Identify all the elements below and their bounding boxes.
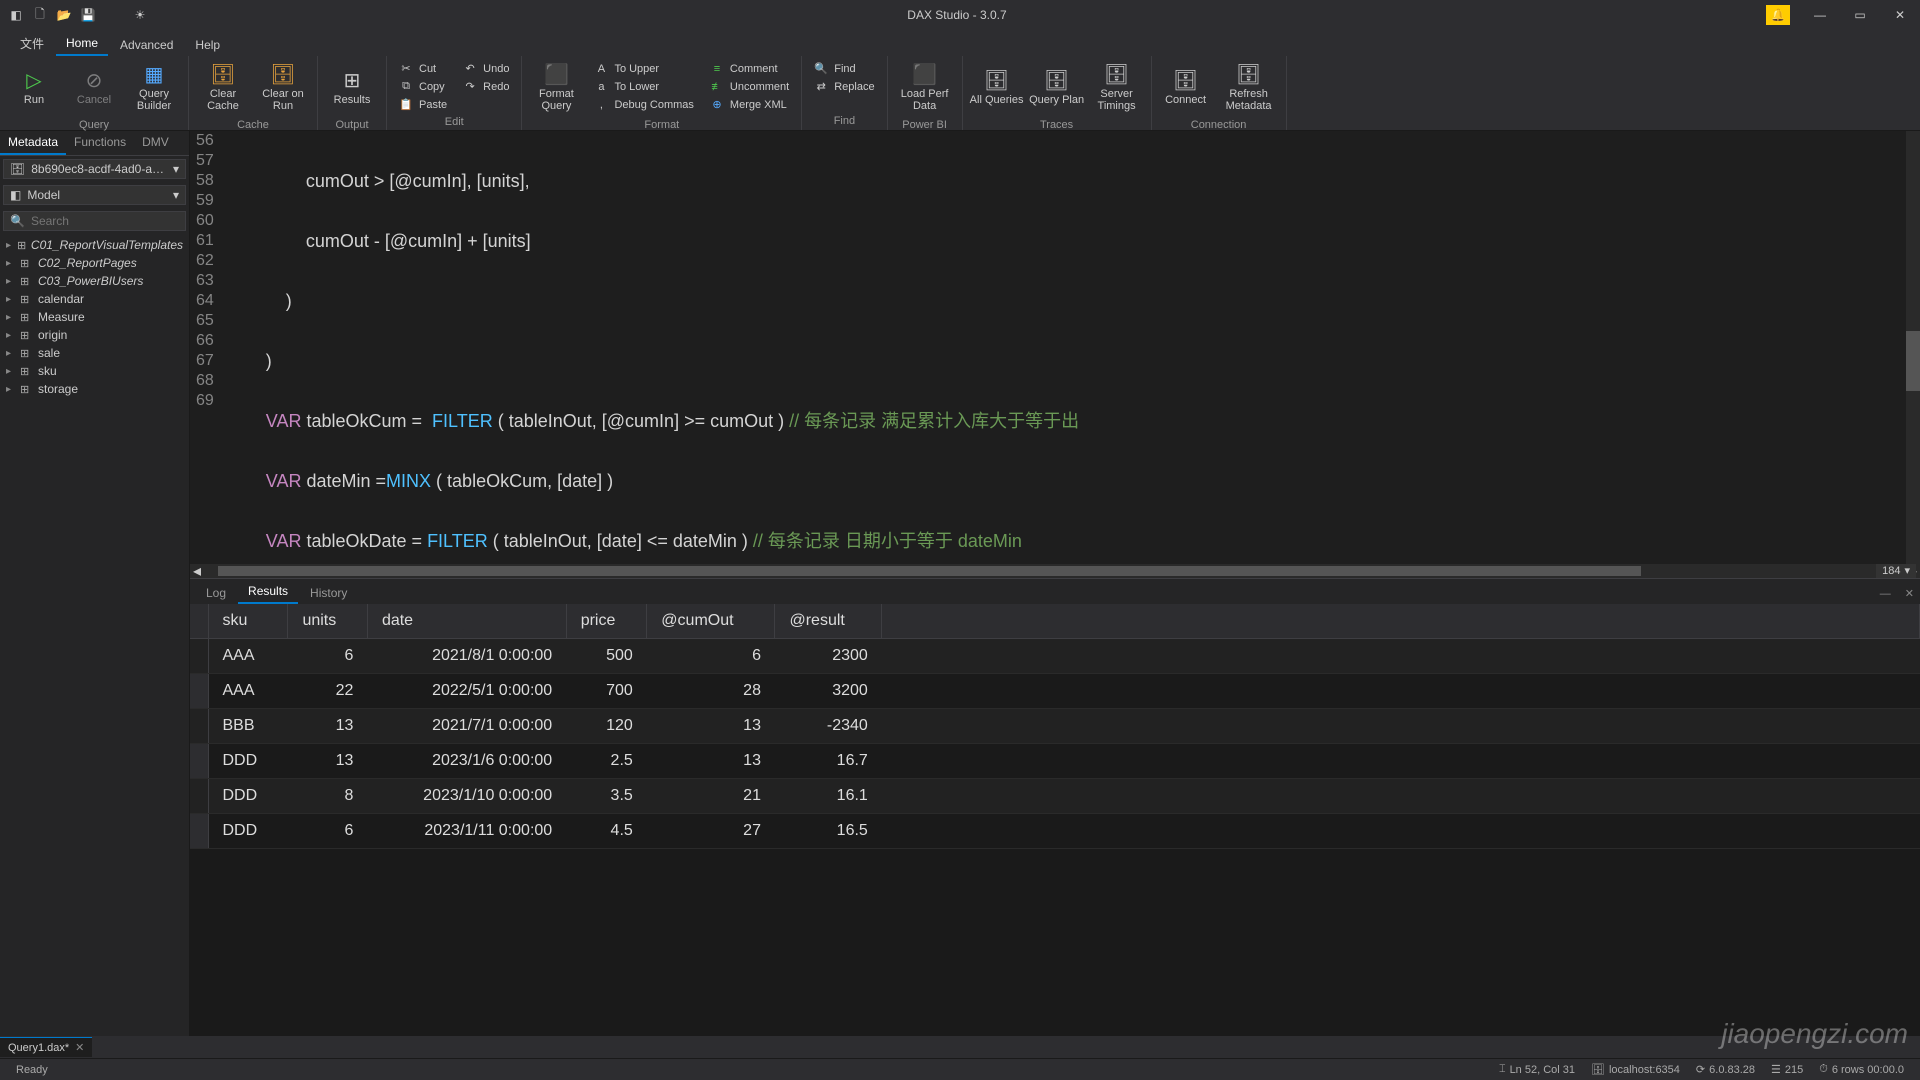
column-header[interactable]: date [367, 604, 566, 639]
notification-icon[interactable]: 🔔 [1766, 5, 1790, 25]
chevron-down-icon: ▾ [173, 188, 179, 202]
title-bar: ◧ 🗋 📂 💾 ☀ DAX Studio - 3.0.7 🔔 — ▭ ✕ [0, 0, 1920, 30]
query-builder-button[interactable]: ▦Query Builder [126, 60, 182, 116]
table-row[interactable]: BBB132021/7/1 0:00:0012013-2340 [190, 708, 1920, 743]
query-plan-button[interactable]: 🗄Query Plan [1029, 60, 1085, 116]
cancel-button[interactable]: ⊘Cancel [66, 60, 122, 116]
database-icon: 🗄 [10, 162, 25, 176]
search-input[interactable] [31, 214, 179, 228]
redo-button[interactable]: ↷Redo [457, 78, 515, 95]
tree-item[interactable]: ▸⊞sale [0, 344, 189, 362]
column-header[interactable]: sku [208, 604, 288, 639]
server-timings-button[interactable]: 🗄Server Timings [1089, 60, 1145, 116]
all-queries-button[interactable]: 🗄All Queries [969, 60, 1025, 116]
new-icon[interactable]: 🗋 [32, 7, 48, 23]
load-perf-button[interactable]: ⬛Load Perf Data [894, 60, 956, 116]
table-row[interactable]: DDD132023/1/6 0:00:002.51316.7 [190, 743, 1920, 778]
chevron-down-icon: ▾ [173, 162, 179, 176]
close-button[interactable]: ✕ [1880, 0, 1920, 30]
maximize-button[interactable]: ▭ [1840, 0, 1880, 30]
table-row[interactable]: DDD82023/1/10 0:00:003.52116.1 [190, 778, 1920, 813]
to-upper-button[interactable]: ATo Upper [588, 60, 699, 77]
results-tabbar: Log Results History — ✕ [190, 578, 1920, 604]
merge-xml-button[interactable]: ⊕Merge XML [704, 96, 795, 113]
status-rowcount: ☰ 215 [1763, 1063, 1811, 1076]
code-editor[interactable]: 5657585960616263646566676869 cumOut > [@… [190, 131, 1920, 564]
tree-item[interactable]: ▸⊞Measure [0, 308, 189, 326]
editor-hscrollbar[interactable]: ◂▸ 184▾ [190, 564, 1920, 578]
undo-button[interactable]: ↶Undo [457, 60, 515, 77]
connect-button[interactable]: 🗄Connect [1158, 60, 1214, 116]
minimize-button[interactable]: — [1800, 0, 1840, 30]
tab-results[interactable]: Results [238, 580, 298, 604]
table-row[interactable]: AAA222022/5/1 0:00:00700283200 [190, 673, 1920, 708]
theme-icon[interactable]: ☀ [132, 7, 148, 23]
close-tab-icon[interactable]: ✕ [75, 1041, 84, 1054]
app-icon: ◧ [8, 7, 24, 23]
tab-log[interactable]: Log [196, 582, 236, 604]
column-header[interactable]: @cumOut [647, 604, 775, 639]
tree-item[interactable]: ▸⊞sku [0, 362, 189, 380]
tab-functions[interactable]: Functions [66, 131, 134, 155]
status-version: ⟳ 6.0.83.28 [1688, 1063, 1763, 1076]
ribbon: ▷Run ⊘Cancel ▦Query Builder Query 🗄Clear… [0, 56, 1920, 131]
format-query-button[interactable]: ⬛Format Query [528, 60, 584, 116]
save-icon[interactable]: 💾 [80, 7, 96, 23]
results-button[interactable]: ⊞Results [324, 60, 380, 116]
open-icon[interactable]: 📂 [56, 7, 72, 23]
editor-vscrollbar[interactable] [1906, 131, 1920, 564]
status-ready: Ready [8, 1064, 56, 1076]
tree-item[interactable]: ▸⊞C01_ReportVisualTemplates [0, 236, 189, 254]
tree-item[interactable]: ▸⊞C03_PowerBIUsers [0, 272, 189, 290]
tab-history[interactable]: History [300, 582, 357, 604]
run-button[interactable]: ▷Run [6, 60, 62, 116]
collapse-icon[interactable]: — [1874, 584, 1897, 604]
search-icon: 🔍 [10, 214, 25, 228]
tab-home[interactable]: Home [56, 32, 108, 56]
zoom-indicator[interactable]: 184▾ [1876, 564, 1916, 578]
tree-item[interactable]: ▸⊞calendar [0, 290, 189, 308]
metadata-panel: Metadata Functions DMV 🗄8b690ec8-acdf-4a… [0, 131, 190, 1036]
status-bar: Ready ⌶ Ln 52, Col 31 🗄 localhost:6354 ⟳… [0, 1058, 1920, 1080]
paste-button[interactable]: 📋Paste [393, 96, 453, 113]
tab-advanced[interactable]: Advanced [110, 34, 183, 56]
search-box[interactable]: 🔍 [3, 211, 186, 231]
clear-cache-button[interactable]: 🗄Clear Cache [195, 60, 251, 116]
window-title: DAX Studio - 3.0.7 [148, 8, 1766, 22]
find-button[interactable]: 🔍Find [808, 60, 880, 77]
column-header[interactable]: price [566, 604, 647, 639]
tab-metadata[interactable]: Metadata [0, 131, 66, 155]
close-panel-icon[interactable]: ✕ [1899, 583, 1920, 604]
cut-button[interactable]: ✂Cut [393, 60, 453, 77]
table-row[interactable]: AAA62021/8/1 0:00:0050062300 [190, 638, 1920, 673]
to-lower-button[interactable]: aTo Lower [588, 78, 699, 95]
replace-button[interactable]: ⇄Replace [808, 78, 880, 95]
comment-button[interactable]: ≡Comment [704, 60, 795, 77]
menu-bar: 文件 Home Advanced Help [0, 30, 1920, 56]
column-header[interactable]: @result [775, 604, 882, 639]
model-dropdown[interactable]: ◧Model▾ [3, 185, 186, 205]
copy-button[interactable]: ⧉Copy [393, 78, 453, 95]
tab-dmv[interactable]: DMV [134, 131, 177, 155]
cube-icon: ◧ [10, 188, 21, 202]
tab-file[interactable]: 文件 [10, 31, 54, 56]
column-header[interactable]: units [288, 604, 367, 639]
uncomment-button[interactable]: ≢Uncomment [704, 78, 795, 95]
document-tabbar: Query1.dax*✕ [0, 1036, 1920, 1058]
debug-commas-button[interactable]: ,Debug Commas [588, 96, 699, 113]
tree-item[interactable]: ▸⊞storage [0, 380, 189, 398]
database-dropdown[interactable]: 🗄8b690ec8-acdf-4ad0-a8de-9d▾ [3, 159, 186, 179]
refresh-metadata-button[interactable]: 🗄Refresh Metadata [1218, 60, 1280, 116]
document-tab[interactable]: Query1.dax*✕ [0, 1037, 92, 1057]
table-row[interactable]: DDD62023/1/11 0:00:004.52716.5 [190, 813, 1920, 848]
tree-item[interactable]: ▸⊞origin [0, 326, 189, 344]
clear-on-run-button[interactable]: 🗄Clear on Run [255, 60, 311, 116]
status-timing: ⏱ 6 rows 00:00.0 [1811, 1063, 1912, 1076]
status-position: ⌶ Ln 52, Col 31 [1491, 1063, 1583, 1076]
results-grid[interactable]: skuunitsdateprice@cumOut@resultAAA62021/… [190, 604, 1920, 1037]
tab-help[interactable]: Help [185, 34, 230, 56]
status-host: 🗄 localhost:6354 [1583, 1063, 1688, 1076]
tree-item[interactable]: ▸⊞C02_ReportPages [0, 254, 189, 272]
